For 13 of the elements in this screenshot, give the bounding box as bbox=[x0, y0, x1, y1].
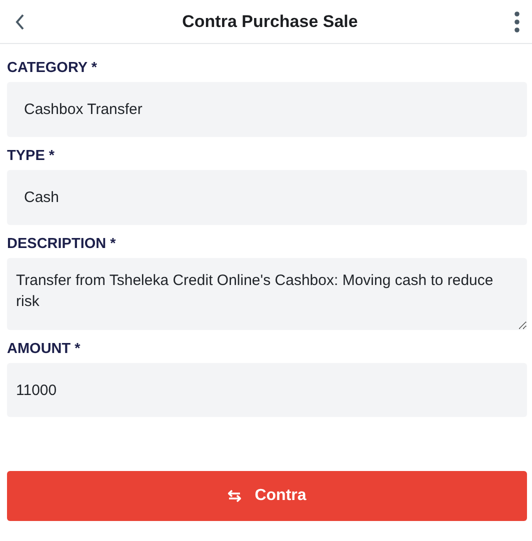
window-title: Contra Purchase Sale bbox=[181, 12, 359, 32]
back-icon[interactable] bbox=[14, 14, 26, 30]
input-field[interactable]: 11000 bbox=[7, 363, 527, 417]
more-icon[interactable] bbox=[514, 10, 520, 32]
field-label: AMOUNT * bbox=[7, 340, 82, 358]
select-field[interactable]: Cashbox Transfer bbox=[7, 82, 527, 137]
swap-icon bbox=[228, 490, 241, 502]
field-label: TYPE * bbox=[7, 147, 56, 165]
select-field[interactable]: Cash bbox=[7, 170, 527, 225]
contra-button[interactable]: Contra bbox=[7, 471, 527, 521]
field-label: DESCRIPTION * bbox=[7, 235, 117, 253]
field-label: CATEGORY * bbox=[7, 59, 98, 77]
description-field[interactable]: Transfer from Tsheleka Credit Online's Cashbox: Moving cash to reduce risk bbox=[7, 258, 527, 330]
